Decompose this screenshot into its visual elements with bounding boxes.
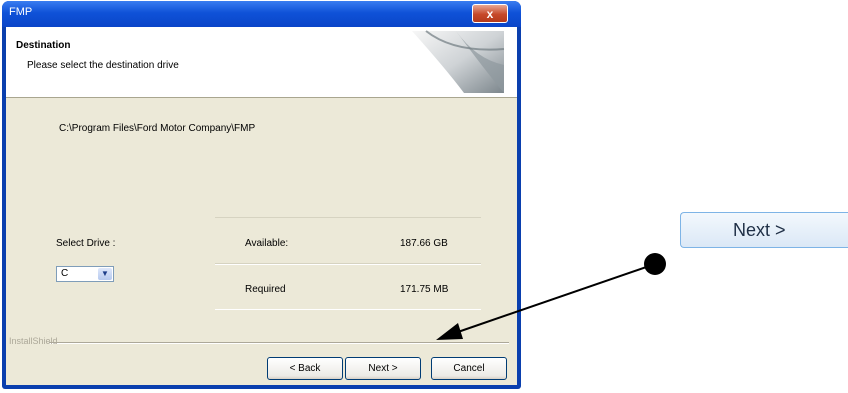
- callout-dot-icon: [644, 253, 666, 275]
- arrow-head-icon: [436, 323, 463, 340]
- callout-arrow: [436, 253, 666, 340]
